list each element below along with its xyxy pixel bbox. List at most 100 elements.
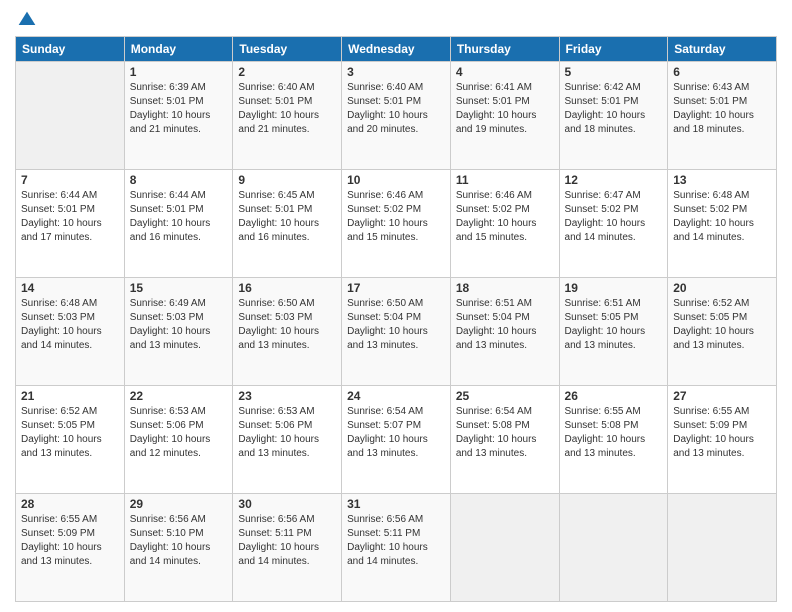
calendar-cell [16,62,125,170]
calendar-cell: 27Sunrise: 6:55 AMSunset: 5:09 PMDayligh… [668,386,777,494]
day-number: 21 [21,389,119,403]
day-info: Daylight: 10 hours [565,217,663,231]
day-info: Sunset: 5:01 PM [130,95,228,109]
calendar-cell: 20Sunrise: 6:52 AMSunset: 5:05 PMDayligh… [668,278,777,386]
day-info: Sunset: 5:01 PM [456,95,554,109]
day-info: Daylight: 10 hours [238,325,336,339]
calendar-cell: 19Sunrise: 6:51 AMSunset: 5:05 PMDayligh… [559,278,668,386]
day-info: Sunrise: 6:48 AM [21,297,119,311]
day-info: Sunrise: 6:55 AM [673,405,771,419]
day-info: Daylight: 10 hours [673,325,771,339]
day-info: Sunrise: 6:47 AM [565,189,663,203]
day-info: and 14 minutes. [347,555,445,569]
day-number: 2 [238,65,336,79]
calendar-cell: 3Sunrise: 6:40 AMSunset: 5:01 PMDaylight… [342,62,451,170]
day-number: 18 [456,281,554,295]
day-info: Sunrise: 6:56 AM [347,513,445,527]
calendar-cell: 13Sunrise: 6:48 AMSunset: 5:02 PMDayligh… [668,170,777,278]
day-info: Sunrise: 6:51 AM [565,297,663,311]
day-info: Sunset: 5:03 PM [130,311,228,325]
day-number: 28 [21,497,119,511]
calendar-cell: 4Sunrise: 6:41 AMSunset: 5:01 PMDaylight… [450,62,559,170]
header-wednesday: Wednesday [342,37,451,62]
day-info: Daylight: 10 hours [238,109,336,123]
day-number: 20 [673,281,771,295]
day-info: Sunset: 5:03 PM [21,311,119,325]
day-info: Sunrise: 6:55 AM [21,513,119,527]
day-info: Sunrise: 6:40 AM [238,81,336,95]
day-info: Sunrise: 6:46 AM [347,189,445,203]
day-info: and 14 minutes. [238,555,336,569]
calendar-cell [559,494,668,602]
day-info: Sunset: 5:09 PM [21,527,119,541]
day-info: Sunset: 5:07 PM [347,419,445,433]
day-info: Sunset: 5:04 PM [456,311,554,325]
calendar-cell: 31Sunrise: 6:56 AMSunset: 5:11 PMDayligh… [342,494,451,602]
calendar-cell: 1Sunrise: 6:39 AMSunset: 5:01 PMDaylight… [124,62,233,170]
day-info: Sunset: 5:11 PM [238,527,336,541]
day-info: Daylight: 10 hours [673,217,771,231]
day-info: Daylight: 10 hours [21,217,119,231]
day-info: Sunset: 5:05 PM [565,311,663,325]
day-info: Daylight: 10 hours [347,109,445,123]
day-info: and 14 minutes. [130,555,228,569]
day-info: and 17 minutes. [21,231,119,245]
day-number: 30 [238,497,336,511]
day-number: 15 [130,281,228,295]
day-info: Daylight: 10 hours [565,433,663,447]
calendar-cell: 10Sunrise: 6:46 AMSunset: 5:02 PMDayligh… [342,170,451,278]
calendar-cell: 16Sunrise: 6:50 AMSunset: 5:03 PMDayligh… [233,278,342,386]
day-info: Sunrise: 6:52 AM [673,297,771,311]
day-number: 5 [565,65,663,79]
day-info: and 18 minutes. [673,123,771,137]
day-info: Sunrise: 6:53 AM [130,405,228,419]
calendar-cell: 15Sunrise: 6:49 AMSunset: 5:03 PMDayligh… [124,278,233,386]
day-info: and 13 minutes. [456,447,554,461]
calendar-cell: 30Sunrise: 6:56 AMSunset: 5:11 PMDayligh… [233,494,342,602]
day-number: 10 [347,173,445,187]
calendar-cell: 14Sunrise: 6:48 AMSunset: 5:03 PMDayligh… [16,278,125,386]
calendar-cell: 25Sunrise: 6:54 AMSunset: 5:08 PMDayligh… [450,386,559,494]
day-info: Sunset: 5:08 PM [565,419,663,433]
day-info: Sunset: 5:04 PM [347,311,445,325]
day-info: Sunrise: 6:40 AM [347,81,445,95]
header-friday: Friday [559,37,668,62]
header-sunday: Sunday [16,37,125,62]
day-info: Daylight: 10 hours [130,541,228,555]
calendar-cell: 5Sunrise: 6:42 AMSunset: 5:01 PMDaylight… [559,62,668,170]
calendar-cell: 22Sunrise: 6:53 AMSunset: 5:06 PMDayligh… [124,386,233,494]
calendar-cell: 9Sunrise: 6:45 AMSunset: 5:01 PMDaylight… [233,170,342,278]
day-info: Daylight: 10 hours [673,109,771,123]
logo [15,10,37,30]
calendar-cell: 24Sunrise: 6:54 AMSunset: 5:07 PMDayligh… [342,386,451,494]
day-number: 1 [130,65,228,79]
day-info: Sunrise: 6:54 AM [347,405,445,419]
day-info: Daylight: 10 hours [347,433,445,447]
day-number: 11 [456,173,554,187]
week-row-5: 28 Sunrise: 6:55 AMSunset: 5:09 PM Dayligh… [16,494,777,602]
day-info: Sunset: 5:11 PM [347,527,445,541]
week-row-3: 14Sunrise: 6:48 AMSunset: 5:03 PMDayligh… [16,278,777,386]
day-info: and 13 minutes. [347,447,445,461]
header-tuesday: Tuesday [233,37,342,62]
day-info: Sunrise: 6:43 AM [673,81,771,95]
calendar-cell: 21Sunrise: 6:52 AMSunset: 5:05 PMDayligh… [16,386,125,494]
day-info: Sunset: 5:01 PM [21,203,119,217]
day-info: Sunrise: 6:56 AM [130,513,228,527]
day-info: Daylight: 10 hours [130,109,228,123]
calendar-cell: 12Sunrise: 6:47 AMSunset: 5:02 PMDayligh… [559,170,668,278]
calendar-cell: 8Sunrise: 6:44 AMSunset: 5:01 PMDaylight… [124,170,233,278]
day-info: and 13 minutes. [565,339,663,353]
day-info: Sunrise: 6:45 AM [238,189,336,203]
calendar-cell: 26Sunrise: 6:55 AMSunset: 5:08 PMDayligh… [559,386,668,494]
day-info: Sunrise: 6:48 AM [673,189,771,203]
day-info: Sunrise: 6:44 AM [21,189,119,203]
day-info: and 15 minutes. [347,231,445,245]
day-number: 8 [130,173,228,187]
day-info: and 19 minutes. [456,123,554,137]
week-row-1: 1Sunrise: 6:39 AMSunset: 5:01 PMDaylight… [16,62,777,170]
header-monday: Monday [124,37,233,62]
day-info: Sunset: 5:01 PM [238,203,336,217]
day-info: and 15 minutes. [456,231,554,245]
day-number: 3 [347,65,445,79]
